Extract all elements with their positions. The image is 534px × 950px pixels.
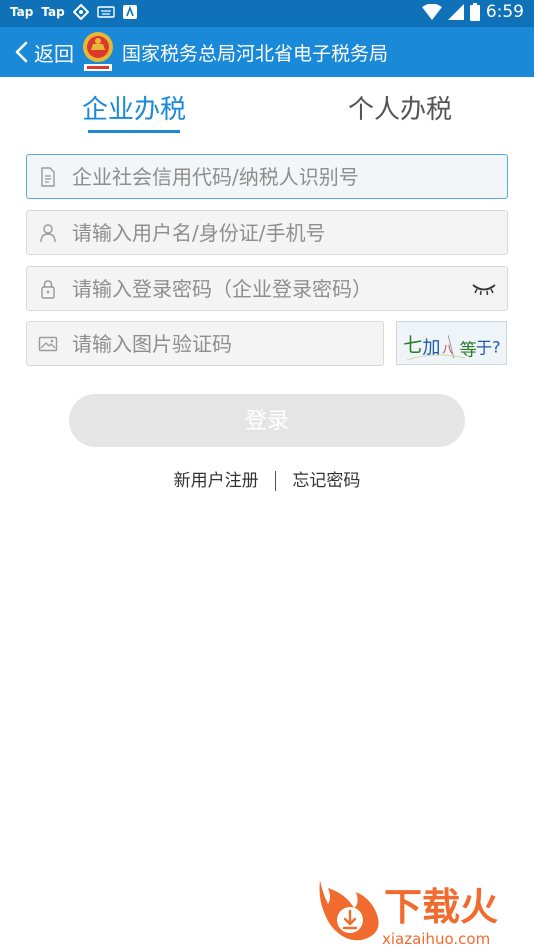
page-title: 国家税务总局河北省电子税务局 — [122, 42, 389, 65]
document-icon — [41, 166, 55, 187]
tax-id-field[interactable] — [26, 154, 508, 199]
watermark-url: xiazaihuo.com — [382, 930, 490, 948]
password-field[interactable] — [26, 266, 508, 311]
status-left: Tap Tap — [10, 4, 137, 20]
account-links: 新用户注册 忘记密码 — [0, 466, 534, 491]
captcha-input[interactable] — [58, 322, 383, 365]
tax-emblem-logo — [83, 32, 113, 71]
tax-id-input[interactable] — [58, 155, 507, 198]
notification-tap-label-2: Tap — [41, 5, 65, 19]
lock-icon — [41, 279, 55, 299]
tab-enterprise[interactable]: 企业办税 — [82, 89, 186, 126]
chevron-left-icon — [15, 41, 28, 63]
password-input[interactable] — [58, 267, 471, 310]
battery-icon — [469, 3, 480, 21]
notification-diamond-icon — [72, 4, 89, 20]
active-tab-indicator — [88, 130, 180, 133]
captcha-char-5: 于 — [476, 339, 492, 358]
wifi-icon — [421, 4, 442, 20]
image-icon — [38, 336, 58, 351]
forgot-password-link[interactable]: 忘记密码 — [292, 471, 360, 491]
back-button[interactable]: 返回 — [12, 27, 74, 77]
captcha-char-3: 八 — [442, 344, 453, 356]
watermark-brand: 下载火 — [384, 885, 498, 929]
captcha-field[interactable] — [26, 321, 384, 366]
status-right: 6:59 — [421, 2, 524, 22]
captcha-char-2: 加 — [422, 338, 440, 359]
login-button[interactable]: 登录 — [69, 394, 465, 447]
captcha-char-1: 七 — [403, 334, 422, 357]
login-type-tabs: 企业办税 个人办税 — [0, 77, 534, 137]
signal-icon — [447, 4, 464, 20]
captcha-char-4: 等 — [460, 340, 477, 360]
notification-keyboard-icon — [96, 6, 115, 18]
tab-personal[interactable]: 个人办税 — [348, 89, 452, 126]
notification-app-icon — [122, 5, 137, 19]
username-input[interactable] — [58, 211, 507, 254]
username-field[interactable] — [26, 210, 508, 255]
back-label: 返回 — [34, 41, 74, 66]
watermark-logo: 下载火 xiazaihuo.com — [319, 880, 498, 948]
link-divider — [275, 471, 276, 491]
notification-tap-label-1: Tap — [10, 5, 34, 19]
captcha-char-6: ? — [492, 338, 501, 357]
captcha-image[interactable]: 七 加 八 等 于 ? — [396, 321, 507, 365]
register-link[interactable]: 新用户注册 — [174, 471, 259, 491]
status-bar: Tap Tap 6:59 — [0, 0, 534, 27]
status-time: 6:59 — [485, 2, 524, 22]
app-header: 返回 国家税务总局河北省电子税务局 — [0, 27, 534, 77]
user-icon — [40, 223, 56, 242]
eye-closed-icon[interactable] — [471, 282, 497, 296]
